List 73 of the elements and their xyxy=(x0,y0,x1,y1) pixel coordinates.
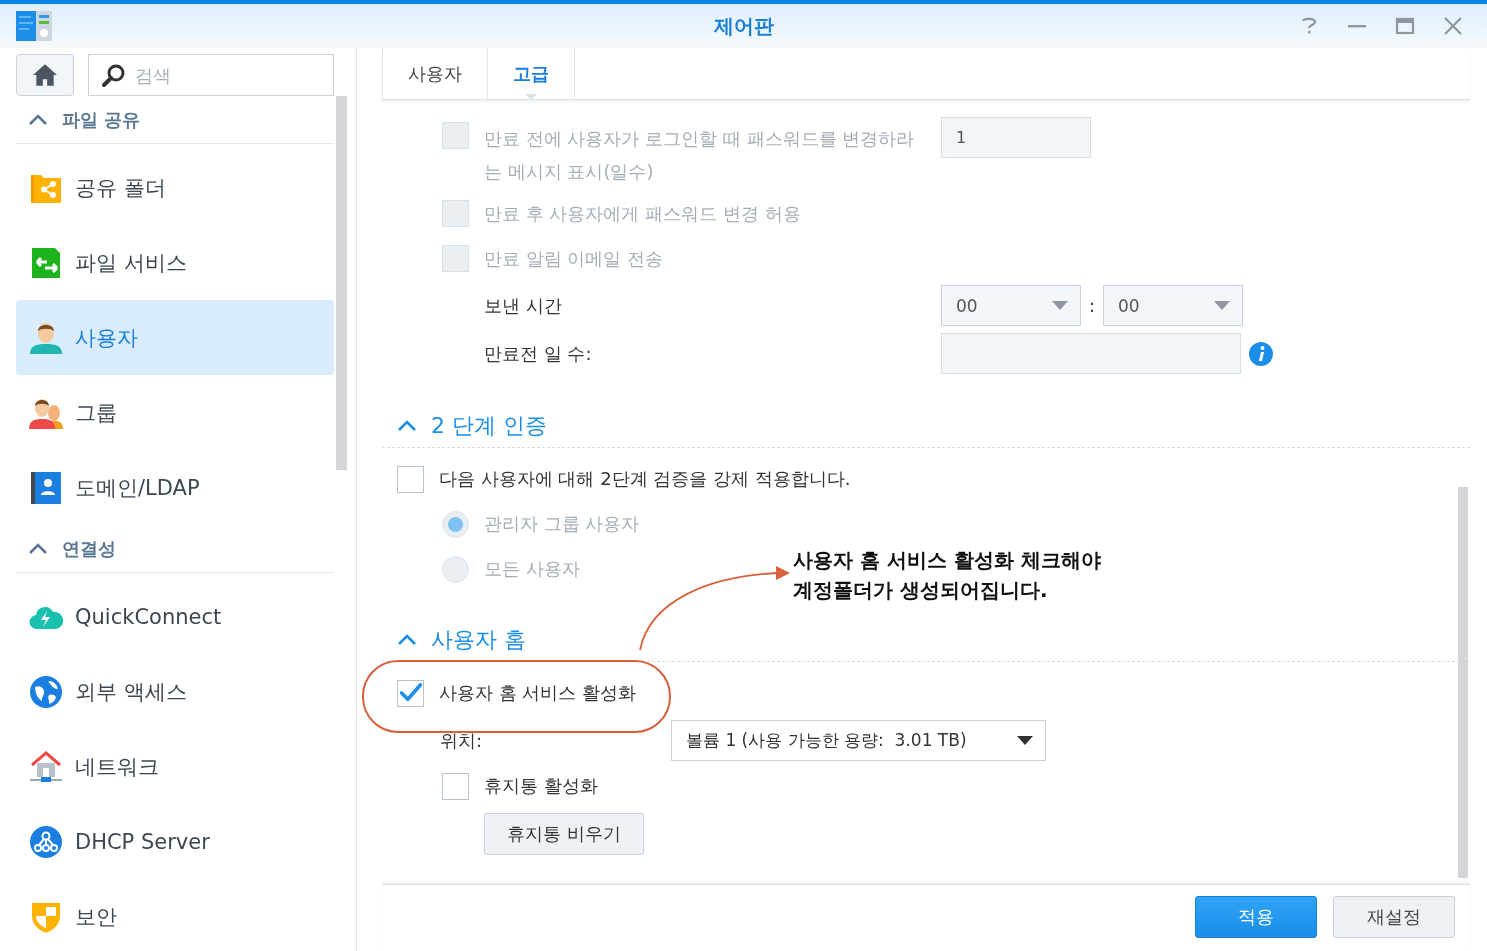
maximize-icon[interactable] xyxy=(1395,16,1415,36)
option-label: 모든 사용자 xyxy=(484,557,580,581)
scrollbar[interactable] xyxy=(1458,487,1468,878)
sidebar-item[interactable]: QuickConnect xyxy=(16,579,334,654)
search-icon xyxy=(102,63,126,87)
search-field[interactable]: 검색 xyxy=(88,54,334,96)
control-panel-icon xyxy=(16,11,52,41)
option-label: 휴지통 활성화 xyxy=(484,774,598,798)
option-label: 사용자 홈 서비스 활성화 xyxy=(439,681,637,705)
sidebar-item[interactable]: 네트워크 xyxy=(16,729,334,804)
annotation-text: 사용자 홈 서비스 활성화 체크해야 계정폴더가 생성되어집니다. xyxy=(793,547,1101,604)
field-label: 만료전 일 수: xyxy=(484,341,592,366)
info-icon[interactable] xyxy=(1249,341,1273,366)
section-title: 파일 공유 xyxy=(62,107,141,132)
home-icon xyxy=(32,63,58,87)
scrollbar[interactable] xyxy=(336,96,347,470)
checkbox[interactable] xyxy=(397,679,424,707)
close-icon[interactable] xyxy=(1443,16,1463,36)
option-label: 관리자 그룹 사용자 xyxy=(484,512,640,536)
sidebar-section-header[interactable]: 파일 공유 xyxy=(16,96,334,144)
field-label: 위치: xyxy=(439,728,484,753)
sidebar-item-label: 도메인/LDAP xyxy=(75,474,200,502)
section-title: 사용자 홈 xyxy=(431,626,526,654)
address-book-icon xyxy=(29,470,63,505)
sidebar-item-label: 파일 서비스 xyxy=(75,249,187,277)
sidebar-item[interactable]: 보안 xyxy=(16,879,334,951)
hour-dropdown[interactable]: 00 xyxy=(941,285,1081,326)
file-arrows-icon xyxy=(29,245,63,280)
tab[interactable]: 사용자 xyxy=(382,48,488,99)
option-label: 만료 전에 사용자가 로그인할 때 패스워드를 변경하라는 메시지 표시(일수) xyxy=(484,127,916,184)
help-icon[interactable] xyxy=(1299,16,1319,36)
sidebar-item-label: 공유 폴더 xyxy=(75,174,166,202)
option-label: 만료 알림 이메일 전송 xyxy=(484,246,664,271)
caret-icon xyxy=(1017,736,1033,745)
empty-recycle-bin-button[interactable]: 휴지통 비우기 xyxy=(484,813,644,855)
time-separator: : xyxy=(1087,295,1097,316)
collapse-icon[interactable] xyxy=(28,113,48,126)
sidebar-item-label: 네트워크 xyxy=(75,753,159,781)
sidebar-section-header[interactable]: 연결성 xyxy=(16,525,334,573)
collapse-icon[interactable] xyxy=(397,634,417,646)
option-label: 만료 후 사용자에게 패스워드 변경 허용 xyxy=(484,201,801,226)
window-title: 제어판 xyxy=(713,12,774,40)
sidebar-item-label: 보안 xyxy=(75,903,117,931)
globe-icon xyxy=(29,674,63,709)
checkbox[interactable] xyxy=(442,772,469,800)
section-title: 연결성 xyxy=(62,536,116,561)
sidebar-item[interactable]: 도메인/LDAP xyxy=(16,450,334,525)
checkbox[interactable] xyxy=(397,465,424,493)
sidebar-item-label: 그룹 xyxy=(75,399,117,427)
section-title: 2 단계 인증 xyxy=(431,412,547,440)
days-before-field[interactable] xyxy=(941,333,1241,374)
caret-icon xyxy=(1052,301,1068,310)
caret-icon xyxy=(1214,301,1230,310)
collapse-icon[interactable] xyxy=(28,542,48,555)
volume-dropdown[interactable]: 볼륨 1 (사용 가능한 용량: 3.01 TB) xyxy=(671,720,1046,761)
field-label: 보낸 시간 xyxy=(484,293,562,318)
sidebar-item-label: QuickConnect xyxy=(75,604,222,629)
network-nodes-icon xyxy=(29,824,63,859)
user-icon xyxy=(29,320,63,355)
sidebar-item-label: DHCP Server xyxy=(75,829,210,854)
sidebar-item-label: 사용자 xyxy=(75,324,138,352)
house-network-icon xyxy=(29,749,63,784)
sidebar-item[interactable]: 외부 액세스 xyxy=(16,654,334,729)
home-button[interactable] xyxy=(16,54,74,96)
option-label: 다음 사용자에 대해 2단계 검증을 강제 적용합니다. xyxy=(439,467,851,491)
collapse-icon[interactable] xyxy=(397,420,417,432)
minute-dropdown[interactable]: 00 xyxy=(1103,285,1243,326)
sidebar-item[interactable]: DHCP Server xyxy=(16,804,334,879)
sidebar-item[interactable]: 그룹 xyxy=(16,375,334,450)
sidebar-item[interactable]: 파일 서비스 xyxy=(16,225,334,300)
sidebar-item[interactable]: 공유 폴더 xyxy=(16,150,334,225)
sidebar-item-label: 외부 액세스 xyxy=(75,678,187,706)
reset-button[interactable]: 재설정 xyxy=(1333,896,1455,938)
